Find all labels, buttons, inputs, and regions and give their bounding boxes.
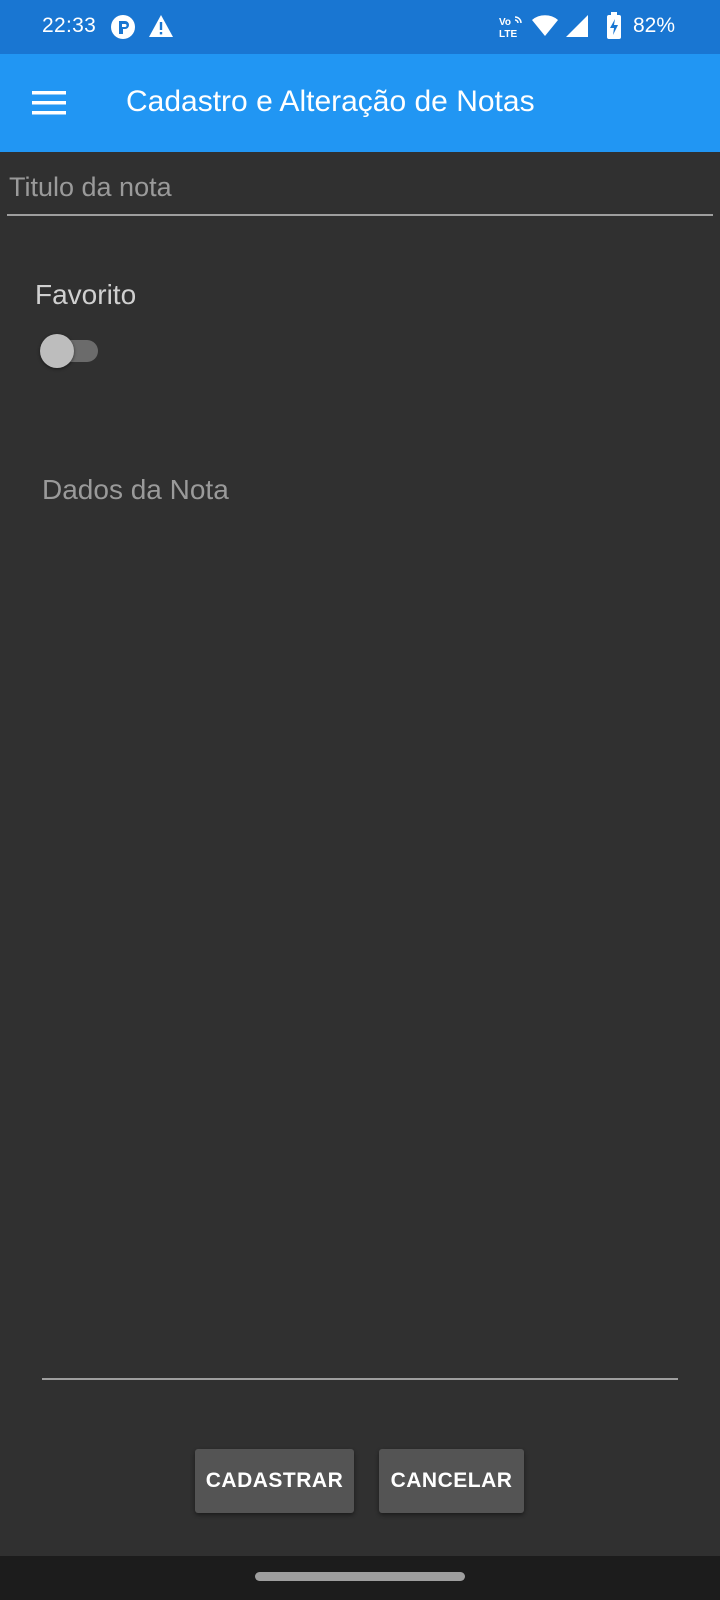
status-bar: 22:33 Vo LTE 82%: [0, 0, 720, 54]
note-data-input[interactable]: [42, 462, 678, 1378]
signal-icon: [565, 14, 589, 43]
favorite-switch[interactable]: [40, 334, 98, 368]
page-title: Cadastro e Alteração de Notas: [126, 85, 535, 118]
volte-icon: Vo LTE: [498, 14, 524, 45]
favorite-label: Favorito: [35, 279, 137, 310]
note-title-input[interactable]: [7, 166, 713, 214]
note-data-field: [42, 462, 678, 1380]
screen: 22:33 Vo LTE 82% Cadastro e Alteração de…: [0, 0, 720, 1600]
wifi-icon: [531, 13, 559, 42]
title-field: [7, 166, 713, 216]
warning-icon: [148, 14, 174, 43]
svg-text:LTE: LTE: [499, 29, 517, 40]
hamburger-menu-icon: [32, 90, 66, 121]
navigation-bar: [0, 1556, 720, 1600]
battery-charging-icon: [606, 12, 622, 45]
battery-percentage: 82%: [633, 14, 676, 37]
home-gesture-handle[interactable]: [255, 1572, 465, 1581]
app-notification-icon: [110, 14, 136, 45]
status-time: 22:33: [42, 14, 97, 37]
cancel-button[interactable]: CANCELAR: [379, 1449, 524, 1513]
save-button[interactable]: CADASTRAR: [195, 1449, 354, 1513]
app-bar: Cadastro e Alteração de Notas: [0, 54, 720, 152]
menu-button[interactable]: [22, 78, 76, 132]
svg-text:Vo: Vo: [499, 17, 511, 28]
switch-thumb: [40, 334, 74, 368]
